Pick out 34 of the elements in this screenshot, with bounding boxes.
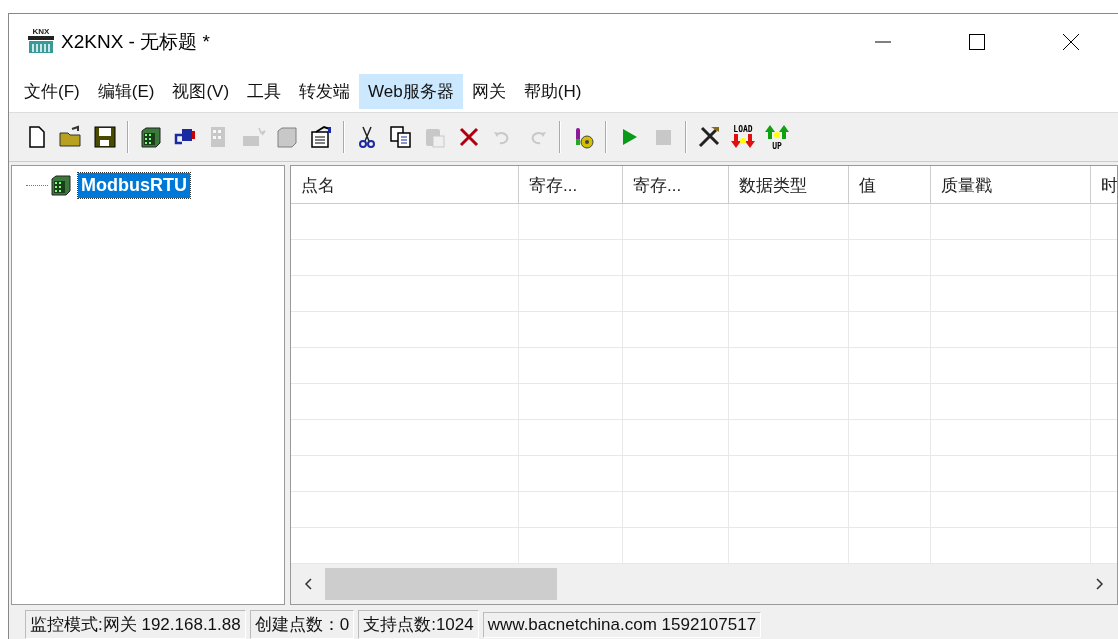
menu-item[interactable]: 编辑(E): [88, 73, 164, 109]
toolbar-button[interactable]: UP: [761, 121, 793, 153]
column-header[interactable]: 寄存...: [519, 166, 623, 204]
menu-item[interactable]: 工具: [238, 73, 291, 109]
close-icon: [1062, 33, 1080, 51]
column-header[interactable]: 质量戳: [931, 166, 1091, 204]
status-pane: 监控模式:网关 192.168.1.88: [25, 610, 246, 639]
status-pane: www.bacnetchina.com 1592107517: [482, 611, 762, 638]
minimize-icon: [874, 41, 892, 43]
menu-item[interactable]: 网关: [462, 73, 515, 109]
scroll-right-icon[interactable]: [1096, 577, 1104, 590]
column-header[interactable]: 寄存...: [623, 166, 729, 204]
menu-item[interactable]: 视图(V): [163, 73, 239, 109]
window-title: X2KNX - 无标题 *: [61, 30, 211, 54]
status-pane: 支持点数:1024: [358, 610, 479, 639]
folder-icon: [58, 124, 84, 150]
menu-item[interactable]: Web服务器: [359, 73, 463, 109]
toolbar-button[interactable]: LOAD: [727, 121, 759, 153]
menu-item[interactable]: 帮助(H): [514, 73, 591, 109]
menu-item[interactable]: 文件(F): [15, 73, 89, 109]
column-header[interactable]: 数据类型: [729, 166, 849, 204]
tree-item[interactable]: ModbusRTU: [78, 172, 190, 198]
properties-icon: [308, 124, 334, 150]
column-header[interactable]: 值: [849, 166, 931, 204]
device-cube-icon: [138, 124, 164, 150]
horizontal-scrollbar[interactable]: [291, 564, 1117, 604]
copy-icon: [388, 124, 414, 150]
cube-icon: [274, 124, 300, 150]
maximize-icon: [968, 33, 986, 51]
menu-item[interactable]: 转发端: [290, 73, 360, 109]
status-pane: 创建点数：0: [249, 610, 355, 639]
device-cube-icon: [48, 172, 74, 198]
column-header[interactable]: 点名: [291, 166, 519, 204]
scroll-left-icon[interactable]: [304, 577, 312, 590]
